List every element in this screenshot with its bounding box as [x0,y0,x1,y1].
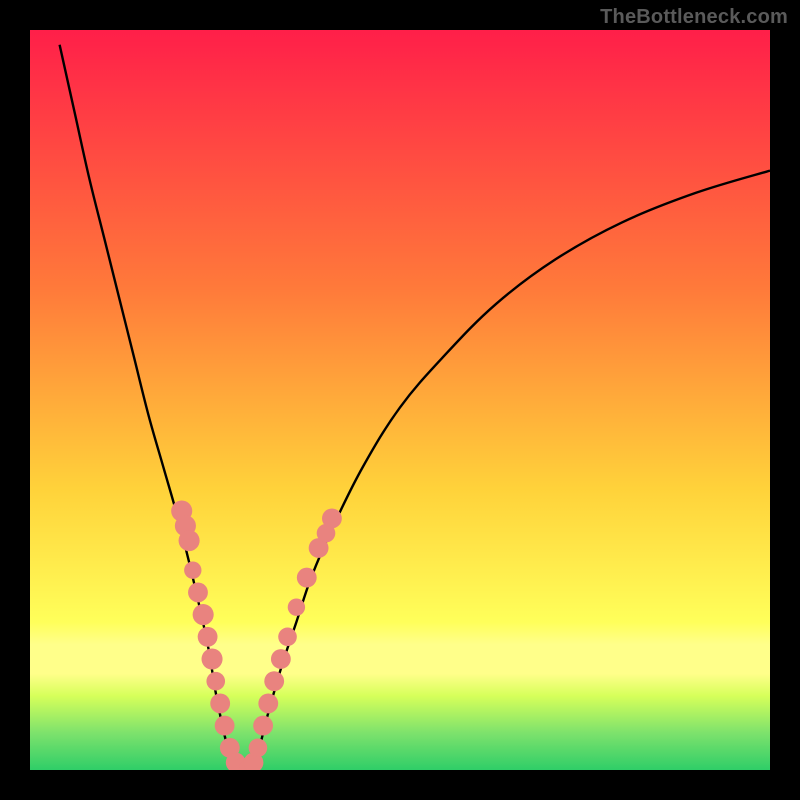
data-point [258,693,278,713]
data-point [215,716,235,736]
data-markers [171,500,342,770]
data-point [198,627,218,647]
data-point [188,582,208,602]
chart-frame: TheBottleneck.com [0,0,800,800]
data-point [253,716,273,736]
watermark-text: TheBottleneck.com [600,6,788,29]
data-point [288,599,305,616]
data-point [264,671,284,691]
data-point [322,508,342,528]
data-point [210,693,230,713]
data-point [278,628,297,647]
data-point [184,562,201,579]
data-point [297,568,317,588]
data-point [179,530,200,551]
right-curve [252,171,770,770]
curves-svg [30,30,770,770]
data-point [271,649,291,669]
data-point [249,739,268,758]
data-point [206,672,225,691]
data-point [202,648,223,669]
data-point [193,604,214,625]
plot-area [30,30,770,770]
